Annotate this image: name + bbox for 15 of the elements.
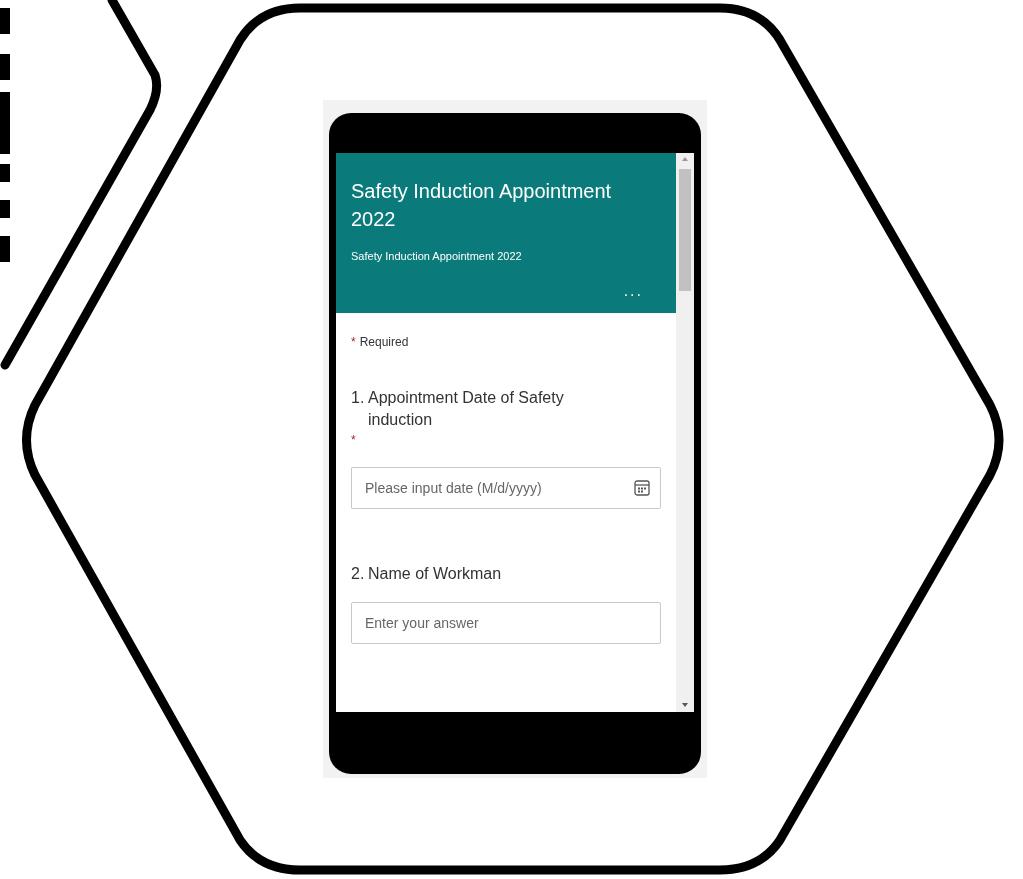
form-subtitle: Safety Induction Appointment 2022	[351, 249, 523, 264]
more-options-button[interactable]: ...	[623, 283, 643, 299]
question-label: Name of Workman	[368, 564, 503, 584]
required-note: Required	[359, 334, 409, 351]
scroll-down-icon	[682, 703, 688, 707]
required-asterisk: *	[351, 432, 356, 449]
question-label: Appointment Date of Safety induction	[368, 388, 565, 430]
scroll-up-icon	[682, 157, 688, 161]
question-number: 1.	[351, 388, 366, 408]
question-number: 2.	[351, 564, 366, 584]
calendar-icon[interactable]	[632, 479, 651, 497]
form-title: Safety Induction Appointment 2022	[351, 179, 613, 232]
required-asterisk: *	[351, 334, 356, 351]
date-field[interactable]: Please input date (M/d/yyyy)	[351, 467, 623, 509]
answer-field[interactable]: Enter your answer	[351, 602, 661, 644]
